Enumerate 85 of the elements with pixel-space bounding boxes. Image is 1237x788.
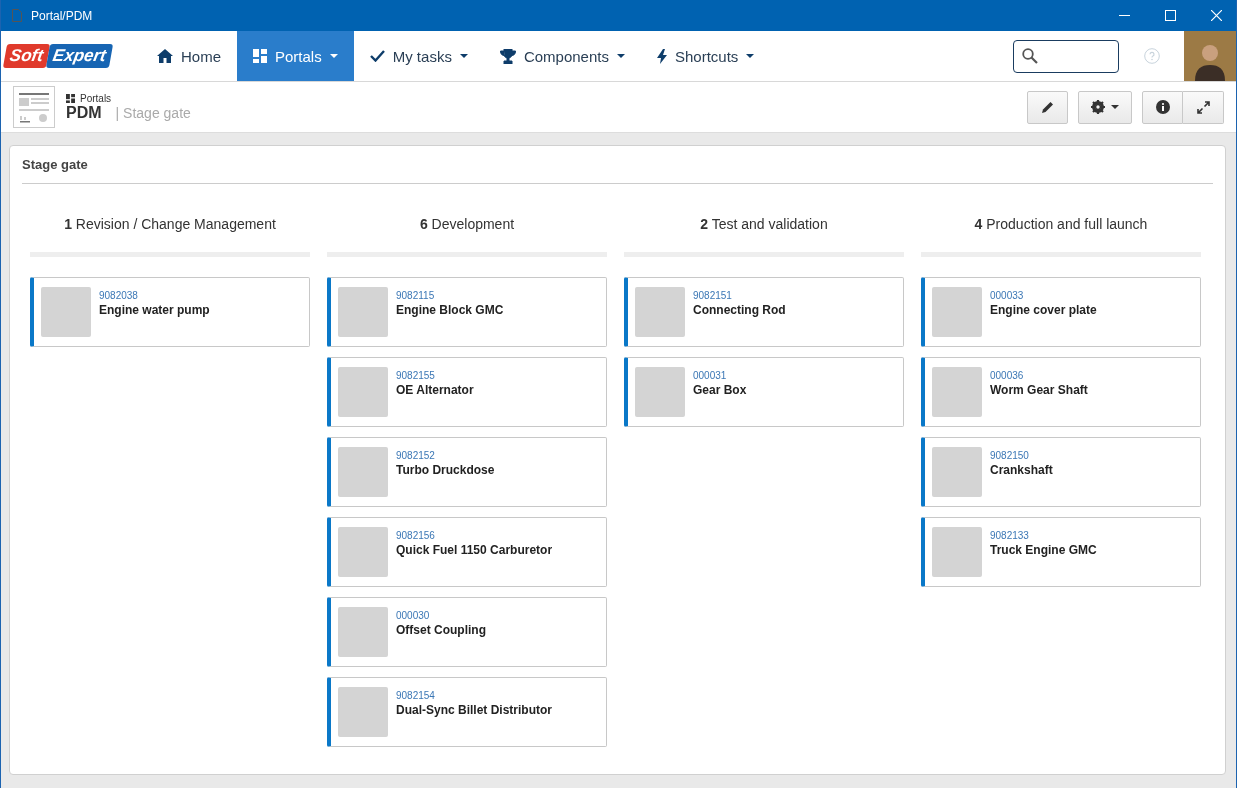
avatar[interactable] (1184, 31, 1236, 81)
search-icon (1022, 48, 1038, 64)
grid-icon (66, 93, 75, 103)
photo-placeholder (635, 287, 685, 337)
item-card[interactable]: 9082152 Turbo Druckdose (327, 437, 607, 507)
item-code: 9082155 (396, 370, 436, 381)
info-button[interactable] (1142, 90, 1183, 124)
item-code: 9082151 (693, 290, 733, 301)
item-code: 000036 (990, 370, 1025, 381)
window-title: Portal/PDM (31, 8, 93, 23)
item-card[interactable]: 9082156 Quick Fuel 1150 Carburetor (327, 517, 607, 587)
breadcrumb[interactable]: Portals (80, 92, 112, 104)
settings-button[interactable] (1078, 90, 1132, 124)
portal-thumbnail (13, 86, 55, 128)
page-title: PDM (66, 103, 102, 122)
edit-button[interactable] (1027, 90, 1068, 124)
item-code: 9082150 (990, 450, 1030, 461)
column-heading: 2 Test and validation (699, 215, 829, 234)
item-name: Engine water pump (99, 303, 210, 317)
column-heading: 6 Development (418, 215, 516, 234)
logo[interactable]: Soft Expert (1, 31, 141, 81)
item-code: 9082156 (396, 530, 436, 541)
item-card[interactable]: 000031 Gear Box (624, 357, 904, 427)
photo-placeholder (635, 367, 685, 417)
item-code: 000031 (693, 370, 728, 381)
expand-button[interactable] (1183, 90, 1224, 124)
photo-placeholder (932, 527, 982, 577)
panel-title: Stage gate (22, 146, 1213, 184)
photo-placeholder (338, 527, 388, 577)
item-card[interactable]: 9082155 OE Alternator (327, 357, 607, 427)
close-icon[interactable] (1211, 10, 1222, 21)
trophy-icon (499, 48, 516, 64)
item-name: Truck Engine GMC (990, 543, 1097, 557)
item-card[interactable]: 9082133 Truck Engine GMC (921, 517, 1201, 587)
column-heading: 4 Production and full launch (973, 215, 1149, 234)
photo-placeholder (338, 447, 388, 497)
search-field[interactable] (1013, 39, 1119, 73)
column-heading: 1 Revision / Change Management (63, 215, 277, 234)
item-card[interactable]: 9082150 Crankshaft (921, 437, 1201, 507)
item-card[interactable]: 000030 Offset Coupling (327, 597, 607, 667)
expand-icon (1196, 100, 1210, 114)
maximize-icon[interactable] (1165, 10, 1176, 21)
item-name: Crankshaft (990, 463, 1053, 477)
item-name: Dual-Sync Billet Distributor (396, 703, 553, 717)
item-name: OE Alternator (396, 383, 474, 397)
home-icon (157, 49, 173, 63)
item-card[interactable]: 9082115 Engine Block GMC (327, 277, 607, 347)
photo-placeholder (338, 687, 388, 737)
item-name: Turbo Druckdose (396, 463, 495, 477)
item-code: 9082038 (99, 290, 139, 301)
item-card[interactable]: 000036 Worm Gear Shaft (921, 357, 1201, 427)
photo-placeholder (338, 367, 388, 417)
photo-placeholder (338, 607, 388, 657)
item-name: Offset Coupling (396, 623, 486, 637)
item-name: Connecting Rod (693, 303, 786, 317)
settings-icon (1091, 100, 1105, 114)
document-icon (12, 9, 22, 22)
item-code: 000030 (396, 610, 431, 621)
item-code: 9082115 (396, 290, 436, 301)
photo-placeholder (932, 287, 982, 337)
item-card[interactable]: 000033 Engine cover plate (921, 277, 1201, 347)
photo-placeholder (932, 367, 982, 417)
pencil-icon (1041, 100, 1054, 114)
page-subtitle: | Stage gate (115, 104, 191, 121)
item-code: 9082152 (396, 450, 436, 461)
photo-placeholder (338, 287, 388, 337)
caret-icon (1111, 105, 1119, 109)
item-name: Engine cover plate (990, 303, 1097, 317)
item-name: Engine Block GMC (396, 303, 504, 317)
grid-icon (253, 49, 267, 63)
bolt-icon (656, 48, 667, 64)
photo-placeholder (41, 287, 91, 337)
item-card[interactable]: 9082154 Dual-Sync Billet Distributor (327, 677, 607, 747)
item-code: 9082133 (990, 530, 1030, 541)
item-name: Quick Fuel 1150 Carburetor (396, 543, 553, 557)
item-name: Gear Box (693, 383, 747, 397)
item-name: Worm Gear Shaft (990, 383, 1088, 397)
item-code: 000033 (990, 290, 1025, 301)
item-card[interactable]: 9082038 Engine water pump (30, 277, 310, 347)
item-card[interactable]: 9082151 Connecting Rod (624, 277, 904, 347)
photo-placeholder (932, 447, 982, 497)
item-code: 9082154 (396, 690, 436, 701)
info-icon (1155, 100, 1170, 114)
check-icon (369, 50, 385, 62)
nav-tab[interactable]: Portals (237, 31, 354, 81)
